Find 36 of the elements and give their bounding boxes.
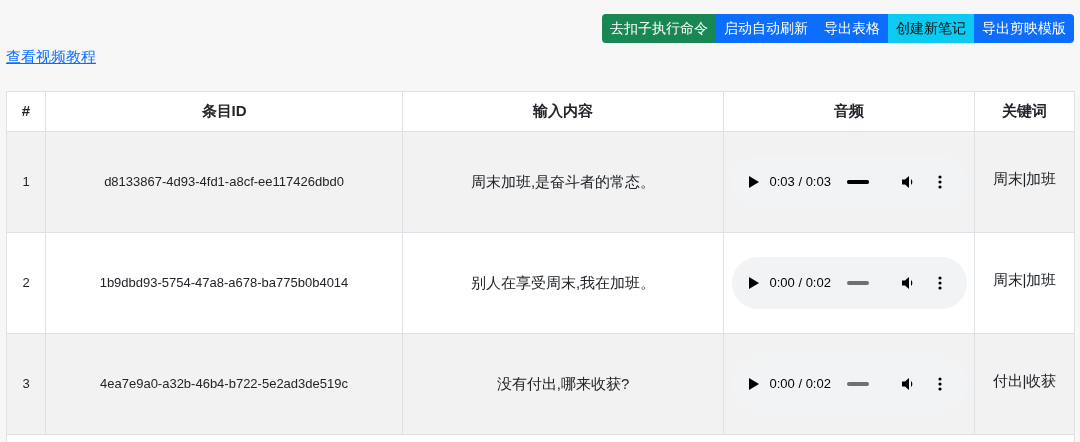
toolbar-button[interactable]: 去扣子执行命令 [602, 14, 716, 43]
play-icon[interactable] [747, 276, 760, 290]
play-icon[interactable] [747, 175, 760, 189]
progress-bar[interactable] [846, 180, 869, 184]
table-cell: 4ea7e9a0-a32b-46b4-b722-5e2ad3de519c [45, 333, 403, 435]
toolbar-button[interactable]: 创建新笔记 [888, 14, 974, 43]
table-cell: 3 [6, 333, 46, 435]
toolbar-button[interactable]: 导出剪映模版 [974, 14, 1074, 43]
column-header: 关键词 [974, 91, 1075, 132]
table-cell: 没有付出,哪来收获? [402, 333, 724, 435]
table-cell: d8133867-4d93-4fd1-a8cf-ee117426dbd0 [45, 131, 403, 233]
table-cell: 1 [6, 131, 46, 233]
table-cell: 周末|加班 [974, 232, 1075, 334]
table-cell: 周末加班,是奋斗者的常态。 [402, 131, 724, 233]
time-display: 0:00 / 0:02 [769, 375, 831, 394]
time-display: 0:03 / 0:03 [769, 173, 831, 192]
audio-player[interactable]: 0:00 / 0:02 [731, 257, 967, 309]
time-display: 0:00 / 0:02 [769, 274, 831, 293]
table-cell: 2 [6, 232, 46, 334]
table-cell: 1b9dbd93-5754-47a8-a678-ba775b0b4014 [45, 232, 403, 334]
toolbar-button[interactable]: 启动自动刷新 [716, 14, 816, 43]
column-header: 条目ID [45, 91, 403, 132]
tutorial-link[interactable]: 查看视频教程 [6, 48, 96, 65]
audio-player[interactable]: 0:00 / 0:02 [731, 358, 967, 410]
toolbar-button[interactable]: 导出表格 [816, 14, 888, 43]
table-cell: 别人在享受周末,我在加班。 [402, 232, 724, 334]
play-icon[interactable] [747, 377, 760, 391]
more-icon[interactable] [937, 276, 942, 290]
more-icon[interactable] [937, 377, 942, 391]
audio-player[interactable]: 0:03 / 0:03 [731, 156, 967, 208]
column-header: 输入内容 [402, 91, 724, 132]
table-cell: 付出|收获 [974, 333, 1075, 435]
column-header: # [6, 91, 46, 132]
more-icon[interactable] [937, 175, 942, 189]
table-cell: 周末|加班 [974, 131, 1075, 233]
column-header: 音频 [723, 91, 975, 132]
